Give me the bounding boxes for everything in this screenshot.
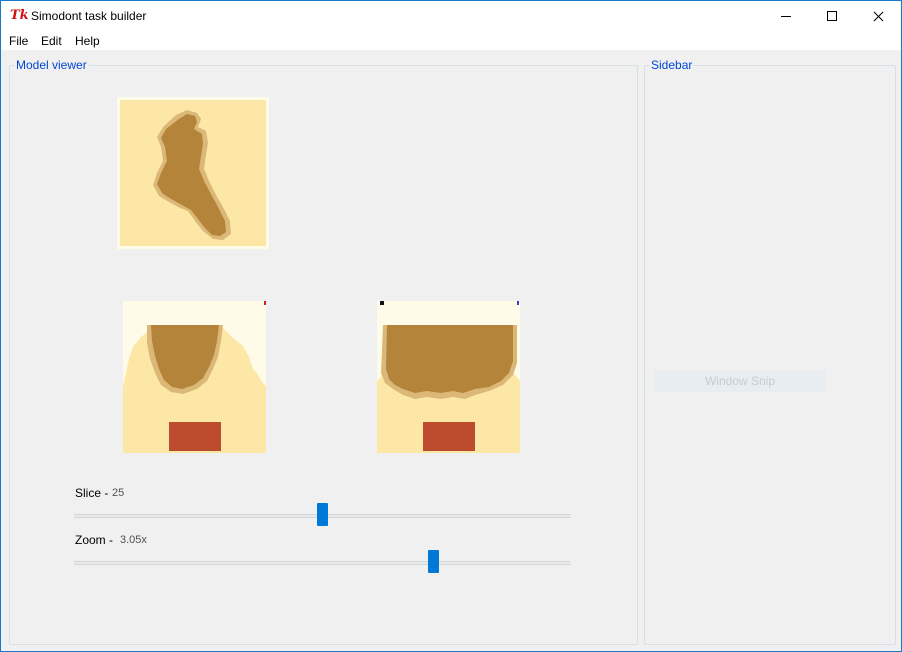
model-viewer-group: Model viewer — [9, 58, 638, 645]
menu-file[interactable]: File — [8, 34, 29, 48]
window-snip-button[interactable]: Window Snip — [654, 371, 826, 392]
zoom-label: Zoom - — [75, 533, 114, 547]
app-window: Tk Simodont task builder File Edit Help … — [0, 0, 902, 652]
zoom-slider-track[interactable] — [74, 561, 571, 565]
zoom-slider-thumb[interactable] — [428, 550, 439, 573]
close-button[interactable] — [855, 1, 901, 31]
model-viewer-title: Model viewer — [14, 58, 89, 72]
slice-value: 25 — [112, 487, 125, 499]
menu-help[interactable]: Help — [74, 34, 101, 48]
top-view-image — [117, 97, 269, 249]
window-title: Simodont task builder — [31, 9, 147, 23]
slice-label: Slice - — [75, 486, 109, 500]
sidebar-group: Sidebar — [644, 58, 896, 645]
tk-feather-icon: Tk — [10, 8, 29, 23]
minimize-button[interactable] — [763, 1, 809, 31]
title-bar[interactable]: Tk Simodont task builder — [1, 1, 901, 31]
maximize-button[interactable] — [809, 1, 855, 31]
menu-bar: File Edit Help — [1, 31, 901, 50]
slice-slider-thumb[interactable] — [317, 503, 328, 526]
zoom-value: 3.05x — [120, 534, 147, 546]
side-view-image — [377, 301, 520, 453]
front-view-image — [123, 301, 266, 453]
sidebar-title: Sidebar — [649, 58, 695, 72]
menu-edit[interactable]: Edit — [40, 34, 63, 48]
